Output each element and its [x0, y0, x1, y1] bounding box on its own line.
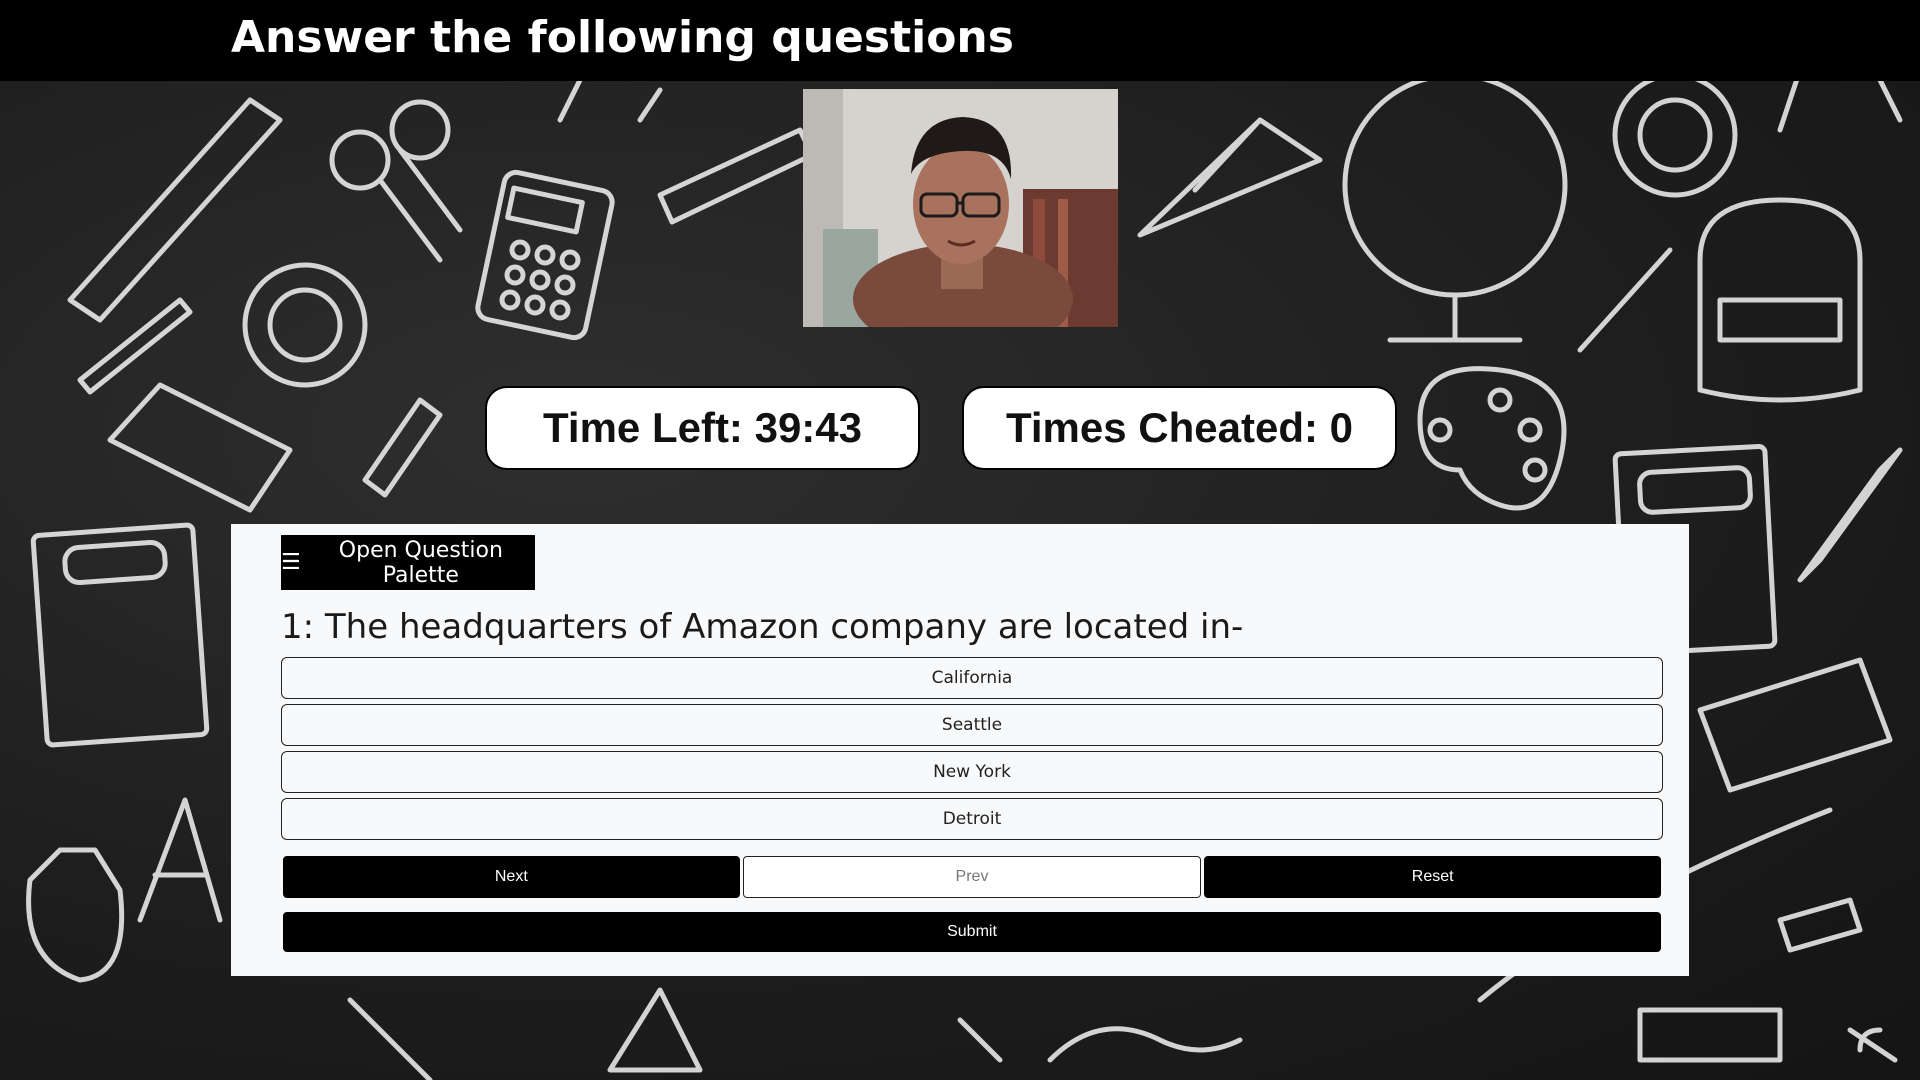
navigation-row: Next Prev Reset: [283, 856, 1662, 898]
top-bar: Answer the following questions: [0, 0, 1920, 81]
answer-options: California Seattle New York Detroit: [281, 657, 1663, 845]
palette-button-label: Open Question Palette: [338, 537, 503, 588]
answer-option[interactable]: Detroit: [281, 798, 1663, 840]
answer-option[interactable]: Seattle: [281, 704, 1663, 746]
submit-button[interactable]: Submit: [283, 912, 1661, 952]
times-cheated-display: Times Cheated: 0: [962, 386, 1397, 470]
question-text: 1: The headquarters of Amazon company ar…: [281, 607, 1244, 647]
menu-icon: ☰: [281, 550, 301, 575]
page-title: Answer the following questions: [231, 12, 1014, 63]
prev-button[interactable]: Prev: [742, 856, 1202, 898]
open-question-palette-button[interactable]: ☰ Open Question Palette: [281, 535, 535, 590]
time-left-display: Time Left: 39:43: [485, 386, 920, 470]
next-button[interactable]: Next: [283, 856, 740, 898]
webcam-feed: [803, 89, 1118, 327]
reset-button[interactable]: Reset: [1204, 856, 1662, 898]
answer-option[interactable]: California: [281, 657, 1663, 699]
person-icon: [803, 89, 1118, 327]
answer-option[interactable]: New York: [281, 751, 1663, 793]
quiz-card: ☰ Open Question Palette 1: The headquart…: [231, 524, 1689, 976]
